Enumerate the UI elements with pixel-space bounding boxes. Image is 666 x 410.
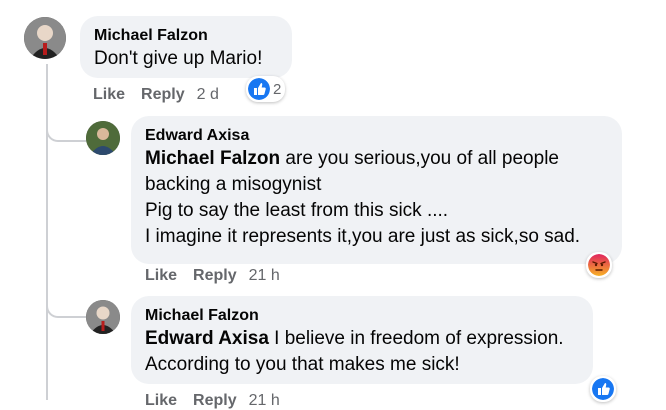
comment-author[interactable]: Michael Falzon — [94, 25, 278, 46]
avatar[interactable] — [86, 300, 120, 334]
comment-timestamp[interactable]: 2 d — [197, 86, 219, 104]
like-button[interactable]: Like — [145, 267, 177, 285]
like-icon — [592, 378, 614, 400]
comment-text-line: Michael Falzon are you serious,you of al… — [145, 148, 559, 169]
comment-timestamp[interactable]: 21 h — [249, 267, 280, 285]
like-button[interactable]: Like — [145, 392, 177, 410]
thread-elbow — [46, 280, 86, 318]
mention-link[interactable]: Edward Axisa — [145, 328, 269, 349]
comment-actions: Like Reply 21 h — [145, 267, 280, 285]
reaction-summary[interactable] — [590, 376, 616, 402]
comment-text-line: Pig to say the least from this sick .... — [145, 200, 449, 221]
comment-author[interactable]: Michael Falzon — [145, 305, 579, 326]
comment-bubble: Michael Falzon Edward Axisa I believe in… — [131, 296, 593, 384]
thread-elbow — [46, 100, 86, 142]
reply-button[interactable]: Reply — [193, 267, 237, 285]
comment-bubble: Edward Axisa Michael Falzon are you seri… — [131, 116, 622, 264]
comment-text: Don't give up Mario! — [94, 48, 263, 69]
comment-bubble: Michael Falzon Don't give up Mario! — [80, 16, 292, 78]
comment-actions: Like Reply 21 h — [145, 392, 280, 410]
comment-timestamp[interactable]: 21 h — [249, 392, 280, 410]
reaction-summary[interactable]: 2 — [246, 76, 286, 102]
comment-text-line: Edward Axisa I believe in freedom of exp… — [145, 328, 564, 349]
like-icon — [248, 78, 270, 100]
avatar[interactable] — [24, 17, 66, 59]
reaction-count: 2 — [273, 80, 282, 98]
like-button[interactable]: Like — [93, 86, 125, 104]
comment-text-line: I imagine it represents it,you are just … — [145, 226, 581, 247]
reply-button[interactable]: Reply — [141, 86, 185, 104]
mention-link[interactable]: Michael Falzon — [145, 148, 280, 169]
comment-text-line: backing a misogynist — [145, 174, 322, 195]
angry-icon — [588, 254, 610, 276]
comment-actions: Like Reply 2 d — [93, 86, 219, 104]
comment-text-line: According to you that makes me sick! — [145, 354, 460, 375]
thread-line — [46, 140, 48, 400]
comment-author[interactable]: Edward Axisa — [145, 125, 608, 146]
reply-button[interactable]: Reply — [193, 392, 237, 410]
reaction-summary[interactable] — [586, 252, 612, 278]
avatar[interactable] — [86, 121, 120, 155]
